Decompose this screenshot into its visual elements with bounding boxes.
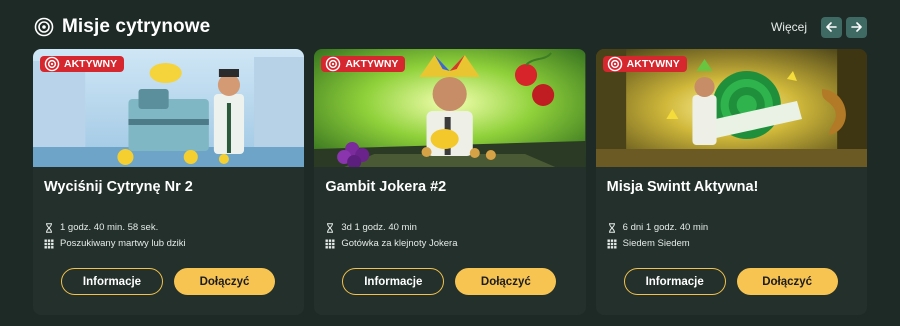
target-icon — [607, 56, 622, 72]
grid-icon — [325, 239, 335, 249]
info-button[interactable]: Informacje — [61, 268, 163, 295]
hourglass-icon — [44, 222, 54, 233]
mission-time: 6 dni 1 godz. 40 min — [607, 222, 709, 233]
card-actions: Informacje Dołączyć — [623, 268, 838, 295]
mission-game-text: Poszukiwany martwy lub dziki — [60, 238, 186, 249]
card-actions: Informacje Dołączyć — [342, 268, 557, 295]
mission-card: AKTYWNY Misja Swintt Aktywna! 6 dni 1 go… — [595, 49, 867, 315]
mission-time: 3d 1 godz. 40 min — [325, 222, 417, 233]
mission-time: 1 godz. 40 min. 58 sek. — [44, 222, 158, 233]
status-badge-label: AKTYWNY — [626, 58, 680, 70]
target-icon — [326, 56, 341, 72]
arrow-right-icon — [851, 22, 862, 32]
hourglass-icon — [325, 222, 335, 233]
info-button[interactable]: Informacje — [342, 268, 445, 295]
join-button[interactable]: Dołączyć — [174, 268, 275, 295]
mission-game-text: Gotówka za klejnoty Jokera — [341, 238, 458, 249]
mission-game-text: Siedem Siedem — [622, 238, 690, 249]
prev-button[interactable] — [821, 16, 842, 38]
mission-game: Siedem Siedem — [607, 238, 690, 249]
mission-title: Misja Swintt Aktywna! — [606, 179, 759, 195]
status-badge-label: AKTYWNY — [345, 58, 399, 70]
missions-carousel: AKTYWNY Wyciśnij Cytrynę Nr 2 1 godz. 40… — [33, 49, 867, 315]
mission-card: AKTYWNY Wyciśnij Cytrynę Nr 2 1 godz. 40… — [33, 49, 305, 315]
section-title: Misje cytrynowe — [62, 16, 211, 37]
card-actions: Informacje Dołączyć — [61, 268, 275, 295]
mission-game: Gotówka za klejnoty Jokera — [325, 238, 458, 249]
mission-time-text: 1 godz. 40 min. 58 sek. — [60, 222, 159, 233]
mission-time-text: 6 dni 1 godz. 40 min — [622, 222, 709, 233]
status-badge-label: AKTYWNY — [64, 58, 118, 70]
join-button[interactable]: Dołączyć — [736, 268, 838, 295]
info-button[interactable]: Informacje — [623, 268, 726, 295]
more-link[interactable]: Więcej — [771, 20, 807, 34]
mission-image-joker: AKTYWNY — [314, 49, 586, 167]
status-badge: AKTYWNY — [40, 56, 125, 72]
mission-time-text: 3d 1 godz. 40 min — [341, 222, 417, 233]
status-badge: AKTYWNY — [602, 56, 687, 72]
header-controls: Więcej — [771, 16, 867, 38]
mission-card: AKTYWNY Gambit Jokera #2 3d 1 godz. 40 m… — [314, 49, 586, 315]
mission-image-lemon-factory: AKTYWNY — [33, 49, 305, 167]
join-button[interactable]: Dołączyć — [455, 268, 557, 295]
status-badge: AKTYWNY — [321, 56, 406, 72]
mission-game: Poszukiwany martwy lub dziki — [44, 238, 186, 249]
next-button[interactable] — [846, 16, 867, 38]
target-icon — [34, 17, 54, 37]
mission-title: Wyciśnij Cytrynę Nr 2 — [44, 179, 193, 195]
mission-title: Gambit Jokera #2 — [325, 179, 447, 195]
hourglass-icon — [607, 222, 617, 233]
mission-image-swintt: AKTYWNY — [595, 49, 867, 167]
grid-icon — [607, 239, 617, 249]
arrow-left-icon — [826, 22, 837, 32]
grid-icon — [44, 239, 54, 249]
section-header: Misje cytrynowe Więcej — [34, 14, 867, 40]
target-icon — [44, 56, 60, 72]
